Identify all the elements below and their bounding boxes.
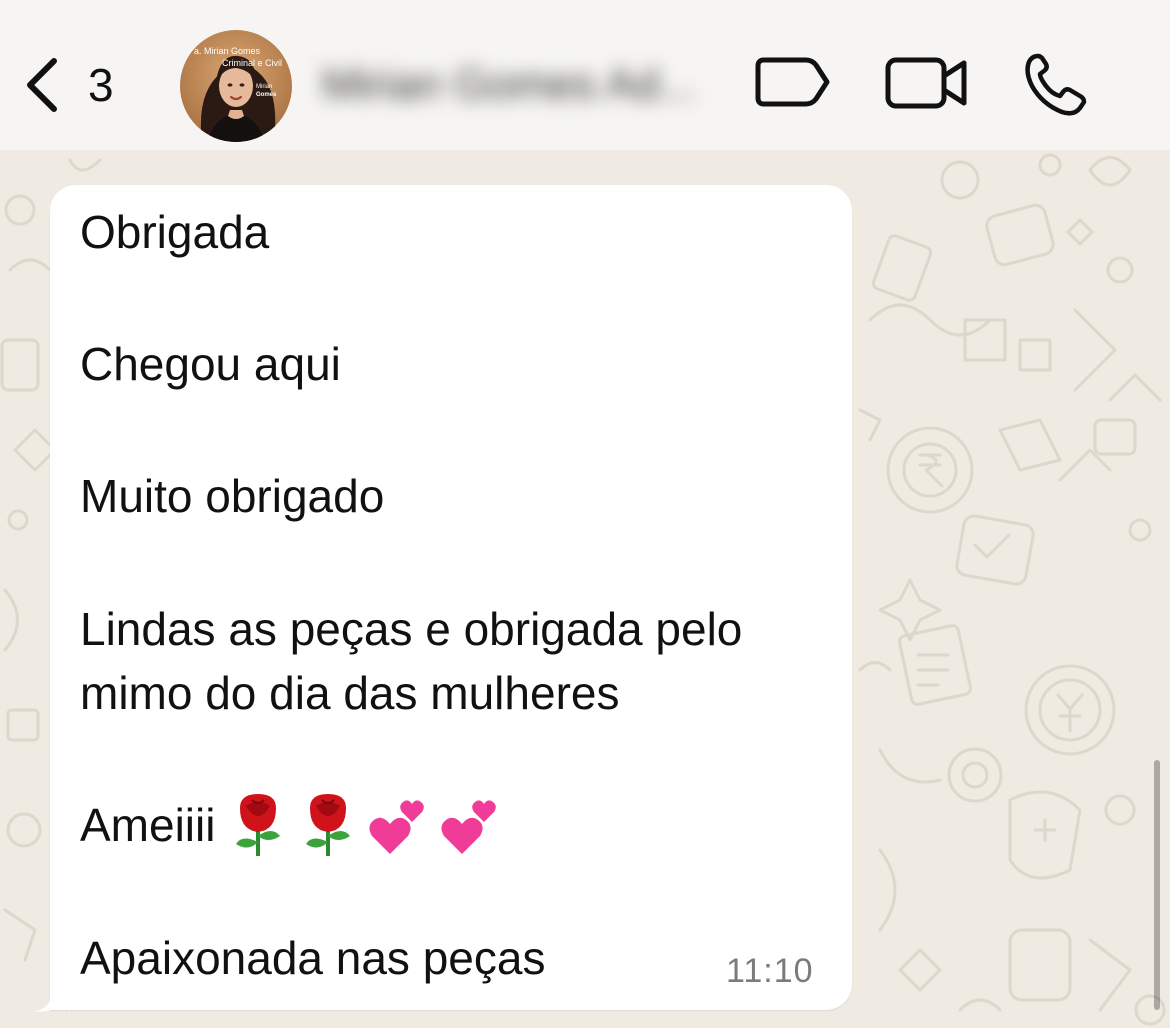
avatar[interactable]: a. Mirian Gomes Criminal e Civil Mirian … xyxy=(180,30,292,142)
emoji-row xyxy=(228,792,502,862)
unread-count: 3 xyxy=(88,59,115,111)
chat-screen: 3 a. Mirian Gomes Criminal e Civil Miria… xyxy=(0,0,1170,1028)
message-text: Ameiiii xyxy=(80,799,216,851)
video-camera-icon[interactable] xyxy=(884,52,968,112)
two-hearts-emoji xyxy=(441,800,496,854)
rose-emoji xyxy=(236,794,280,856)
chevron-left-icon xyxy=(27,58,57,112)
message-text: Chegou aqui xyxy=(80,338,341,390)
scrollbar[interactable] xyxy=(1154,760,1160,1010)
contact-name[interactable]: Mirian Gomes Ad... xyxy=(322,60,712,110)
back-button[interactable]: 3 xyxy=(22,50,115,120)
message-text: mimo do dia das mulheres xyxy=(80,667,620,719)
rose-emoji xyxy=(306,794,350,856)
message-text: Lindas as peças e obrigada pelo xyxy=(80,603,743,655)
phone-icon[interactable] xyxy=(1022,50,1088,116)
message-text: Apaixonada nas peças xyxy=(80,932,546,984)
label-tag-icon[interactable] xyxy=(752,52,832,112)
chat-header: 3 a. Mirian Gomes Criminal e Civil Miria… xyxy=(0,0,1170,150)
message-timestamp: 11:10 xyxy=(726,952,814,990)
message-text: Obrigada xyxy=(80,206,270,258)
contact-photo xyxy=(180,30,292,142)
message-text: Muito obrigado xyxy=(80,470,385,522)
two-hearts-emoji xyxy=(369,800,424,854)
